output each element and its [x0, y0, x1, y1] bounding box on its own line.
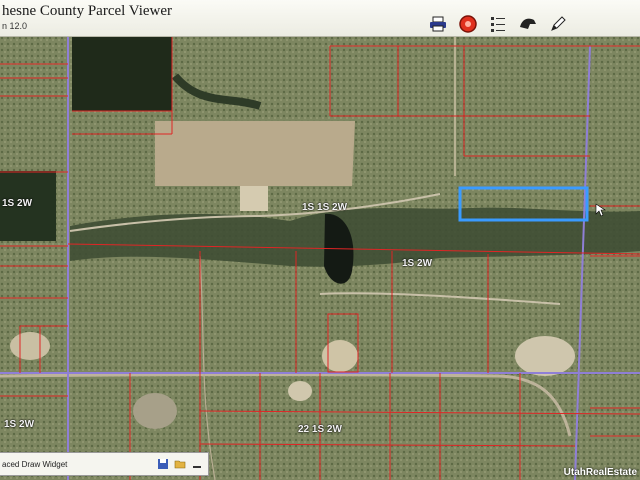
township-label: 1S 2W: [4, 419, 35, 430]
draw-icon[interactable]: [548, 14, 568, 34]
app-header: hesne County Parcel Viewer n 12.0: [0, 0, 640, 37]
township-label: 1S 2W: [2, 198, 33, 209]
draw-widget-title: aced Draw Widget: [2, 459, 68, 469]
app-title: hesne County Parcel Viewer: [2, 3, 173, 19]
legend-icon[interactable]: [488, 14, 508, 34]
township-label: 22 1S 2W: [298, 424, 342, 435]
record-icon[interactable]: [458, 14, 478, 34]
save-icon[interactable]: [157, 458, 169, 470]
township-label: 1S 2W: [402, 258, 433, 269]
print-icon[interactable]: [428, 14, 448, 34]
aerial-imagery: [0, 36, 640, 480]
parcel-map[interactable]: 1S 2W 1S 1S 2W 1S 2W 1S 2W 22 1S 2W: [0, 36, 640, 480]
draw-widget-bar[interactable]: aced Draw Widget: [0, 452, 209, 476]
minimize-icon[interactable]: [191, 458, 203, 470]
pan-icon[interactable]: [518, 14, 538, 34]
watermark: UtahRealEstate: [563, 467, 637, 478]
open-folder-icon[interactable]: [174, 458, 186, 470]
toolbar: [428, 14, 568, 34]
township-label: 1S 1S 2W: [302, 202, 348, 213]
app-version: n 12.0: [2, 21, 28, 31]
